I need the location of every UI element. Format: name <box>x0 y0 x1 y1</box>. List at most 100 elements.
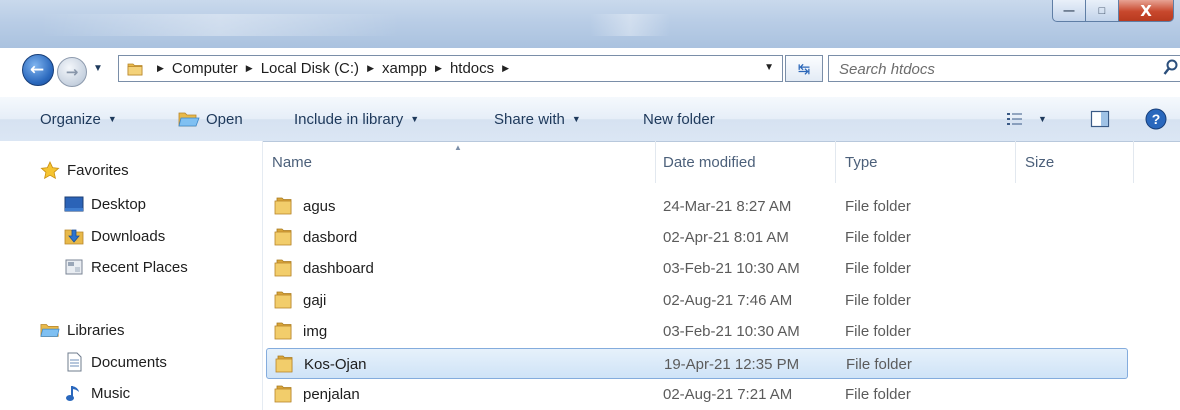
column-header-type[interactable]: Type <box>845 141 878 183</box>
nav-favorites-label: Favorites <box>67 161 129 179</box>
breadcrumb-separator-icon[interactable]: ▶ <box>435 63 442 74</box>
file-type: File folder <box>846 356 912 373</box>
file-name: gaji <box>303 292 327 309</box>
breadcrumb-separator-icon[interactable]: ▶ <box>367 63 374 74</box>
file-name: agus <box>303 198 336 215</box>
nav-desktop[interactable]: Desktop <box>64 195 146 213</box>
folder-icon <box>274 322 292 340</box>
include-in-library-menu[interactable]: Include in library ▼ <box>294 97 419 141</box>
column-header-date-modified[interactable]: Date modified <box>663 141 756 183</box>
maximize-button[interactable]: □ <box>1086 0 1119 22</box>
change-view-button[interactable]: ▼ <box>1006 97 1047 141</box>
folder-icon <box>274 197 292 215</box>
folder-icon <box>274 385 292 403</box>
breadcrumb-xampp[interactable]: xampp <box>382 60 427 77</box>
file-row[interactable]: img 03-Feb-21 10:30 AM File folder <box>266 316 1128 347</box>
breadcrumb-separator-icon[interactable]: ▶ <box>157 63 164 74</box>
forward-icon: → <box>65 63 79 81</box>
nav-recent-places[interactable]: Recent Places <box>64 258 188 276</box>
svg-text:?: ? <box>1152 111 1161 127</box>
close-button[interactable]: X <box>1119 0 1174 22</box>
folder-icon <box>274 228 292 246</box>
nav-music[interactable]: Music <box>64 384 130 402</box>
command-bar: Organize ▼ Open Include in library ▼ Share… <box>0 96 1180 142</box>
file-name: Kos-Ojan <box>304 356 367 373</box>
back-icon: ← <box>29 60 45 80</box>
file-name: dashboard <box>303 260 374 277</box>
open-label: Open <box>206 110 243 128</box>
navigation-pane: Favorites Desktop Downloads Recent Place… <box>0 141 262 410</box>
file-date-modified: 24-Mar-21 8:27 AM <box>663 198 792 215</box>
nav-downloads-label: Downloads <box>91 227 166 245</box>
preview-pane-button[interactable] <box>1090 97 1110 141</box>
file-row[interactable]: gaji 02-Aug-21 7:46 AM File folder <box>266 285 1128 316</box>
search-box[interactable] <box>828 55 1180 82</box>
nav-documents[interactable]: Documents <box>64 352 167 372</box>
file-name: img <box>303 323 328 340</box>
desktop-icon <box>64 195 84 213</box>
nav-documents-label: Documents <box>91 353 167 371</box>
file-row[interactable]: Kos-Ojan 19-Apr-21 12:35 PM File folder <box>266 348 1128 379</box>
sort-ascending-icon: ▲ <box>454 143 462 152</box>
music-icon <box>64 384 84 402</box>
open-button[interactable]: Open <box>178 97 243 141</box>
star-icon <box>40 161 60 179</box>
column-divider[interactable] <box>1133 141 1134 183</box>
preview-pane-icon <box>1090 110 1110 128</box>
column-header-date-label: Date modified <box>663 153 756 171</box>
breadcrumb-computer[interactable]: Computer <box>172 60 238 77</box>
pane-splitter[interactable] <box>262 141 263 410</box>
refresh-button[interactable]: ↹ <box>785 55 823 82</box>
column-header-name-label: Name <box>272 153 313 171</box>
file-type: File folder <box>845 386 911 403</box>
organize-menu[interactable]: Organize ▼ <box>40 97 117 141</box>
search-input[interactable] <box>837 59 1141 80</box>
file-date-modified: 03-Feb-21 10:30 AM <box>663 323 800 340</box>
window-controls: — □ X <box>1052 0 1174 22</box>
file-date-modified: 02-Apr-21 8:01 AM <box>663 229 789 246</box>
column-header-size-label: Size <box>1025 153 1055 171</box>
breadcrumb-separator-icon[interactable]: ▶ <box>502 63 509 74</box>
breadcrumb-separator-icon[interactable]: ▶ <box>246 63 253 74</box>
column-header-type-label: Type <box>845 153 878 171</box>
minimize-button[interactable]: — <box>1052 0 1086 22</box>
help-button[interactable]: ? <box>1145 97 1167 141</box>
column-divider[interactable] <box>655 141 656 183</box>
nav-libraries[interactable]: Libraries <box>40 321 125 339</box>
nav-desktop-label: Desktop <box>91 195 147 213</box>
column-divider[interactable] <box>1015 141 1016 183</box>
chevron-down-icon: ▼ <box>410 114 420 124</box>
recent-pages-dropdown[interactable]: ▼ <box>93 63 103 74</box>
file-type: File folder <box>845 323 911 340</box>
share-with-menu[interactable]: Share with ▼ <box>494 97 581 141</box>
new-folder-label: New folder <box>643 110 715 128</box>
search-icon[interactable] <box>1163 59 1179 77</box>
refresh-icon: ↹ <box>797 60 811 78</box>
title-bar: — □ X <box>0 0 1180 48</box>
nav-downloads[interactable]: Downloads <box>64 227 165 245</box>
nav-favorites[interactable]: Favorites <box>40 161 129 179</box>
file-row[interactable]: penjalan 02-Aug-21 7:21 AM File folder <box>266 379 1128 410</box>
address-bar[interactable]: ▶ Computer ▶ Local Disk (C:) ▶ xampp ▶ h… <box>118 55 783 82</box>
background-window-ghost <box>590 14 670 36</box>
address-history-dropdown[interactable]: ▼ <box>764 62 774 73</box>
column-divider[interactable] <box>835 141 836 183</box>
file-date-modified: 19-Apr-21 12:35 PM <box>664 356 800 373</box>
folder-icon <box>127 63 143 76</box>
chevron-down-icon: ▼ <box>1038 114 1047 124</box>
column-header-name[interactable]: Name <box>272 141 312 183</box>
open-folder-icon <box>178 112 200 127</box>
file-row[interactable]: dasbord 02-Apr-21 8:01 AM File folder <box>266 222 1128 253</box>
file-row[interactable]: dashboard 03-Feb-21 10:30 AM File folder <box>266 253 1128 284</box>
breadcrumb-htdocs[interactable]: htdocs <box>450 60 494 77</box>
file-date-modified: 02-Aug-21 7:21 AM <box>663 386 793 403</box>
libraries-icon <box>40 321 60 339</box>
back-button[interactable]: ← <box>22 54 54 86</box>
chevron-down-icon: ▼ <box>107 114 117 124</box>
forward-button[interactable]: → <box>57 57 87 87</box>
file-name: dasbord <box>303 229 358 246</box>
new-folder-button[interactable]: New folder <box>643 97 715 141</box>
column-header-size[interactable]: Size <box>1025 141 1054 183</box>
breadcrumb-local-disk[interactable]: Local Disk (C:) <box>261 60 359 77</box>
file-row[interactable]: agus 24-Mar-21 8:27 AM File folder <box>266 191 1128 222</box>
